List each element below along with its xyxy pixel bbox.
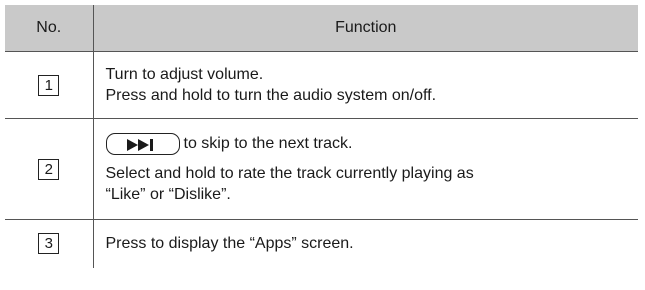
row-number-cell: 3 <box>5 219 94 268</box>
row-number-cell: 2 <box>5 118 94 220</box>
row-number-cell: 1 <box>5 51 94 119</box>
function-table: No. Function 1 Turn to adjust volume. Pr… <box>5 5 638 268</box>
function-cell: Press to display the “Apps” screen. <box>93 220 638 268</box>
function-text: to skip to the next track. <box>183 135 353 153</box>
next-track-icon <box>126 139 153 151</box>
function-cell: Turn to adjust volume. Press and hold to… <box>93 51 638 119</box>
row-number: 3 <box>38 233 60 255</box>
function-text: “Like” or “Dislike”. <box>105 186 231 203</box>
function-cell: to skip to the next track. Select and ho… <box>93 118 639 220</box>
row-number: 1 <box>38 74 60 96</box>
header-no: No. <box>5 5 93 52</box>
table-row: 1 Turn to adjust volume. Press and hold … <box>5 51 638 119</box>
header-function: Function <box>92 5 638 52</box>
next-track-button <box>105 133 180 155</box>
table-row: 2 to skip to the next track. Select and … <box>5 118 639 220</box>
function-text: Press to display the “Apps” screen. <box>105 235 354 253</box>
row-number: 2 <box>38 158 60 180</box>
table-row: 3 Press to display the “Apps” screen. <box>5 219 638 268</box>
function-text: Select and hold to rate the track curren… <box>105 165 474 182</box>
header-row: No. Function <box>5 5 638 52</box>
function-text: Press and hold to turn the audio system … <box>105 87 437 104</box>
function-text: Turn to adjust volume. <box>105 66 264 83</box>
function-line-with-button: to skip to the next track. <box>105 133 639 155</box>
